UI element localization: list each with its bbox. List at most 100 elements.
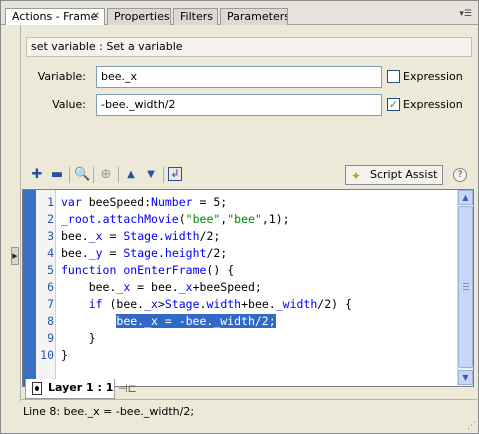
code-token: } [61, 348, 68, 362]
code-token: ( [178, 212, 186, 226]
code-text: } [61, 347, 68, 363]
tab-label: Actions - Frame [12, 10, 98, 23]
line-number: 5 [47, 263, 54, 277]
code-token: Number [151, 195, 193, 209]
toolbar-divider [118, 167, 119, 183]
grip-line [463, 286, 469, 287]
panel-tab-strip: Actions - Frame ✕ Properties Filters Par… [1, 1, 478, 26]
layer-tab[interactable]: Layer 1 : 1 [25, 379, 115, 399]
layer-icon [32, 382, 42, 395]
code-line[interactable]: 8 bee._x = -bee._width/2; [23, 313, 458, 329]
status-divider [21, 399, 477, 400]
code-text: if (bee._x>Stage.width+bee._width/2) { [61, 296, 352, 312]
code-text: bee._x = Stage.width/2; [61, 228, 220, 244]
action-description: set variable : Set a variable [26, 37, 472, 57]
code-token: _root [61, 212, 96, 226]
variable-expression-checkbox[interactable] [387, 70, 400, 83]
code-line[interactable]: 1 var beeSpeed:Number = 5; [23, 194, 458, 210]
tab-label: Parameters [227, 10, 288, 23]
scroll-down-icon[interactable]: ▼ [458, 370, 473, 385]
code-line[interactable]: 3 bee._x = Stage.width/2; [23, 228, 458, 244]
target-icon[interactable]: ⊕ [98, 167, 114, 183]
code-token: if [88, 297, 103, 311]
code-token: ,1); [261, 212, 290, 226]
code-text: var beeSpeed:Number = 5; [61, 194, 227, 210]
script-assist-button[interactable]: ✦ Script Assist [345, 165, 443, 185]
scroll-up-icon[interactable]: ▲ [458, 190, 473, 205]
code-token: _width [275, 297, 318, 311]
pin-script-icon[interactable]: ⊣⊏ [118, 382, 137, 395]
line-number: 4 [47, 246, 54, 260]
scroll-thumb[interactable] [458, 206, 473, 368]
code-token: Stage [164, 297, 200, 311]
code-token: . [95, 212, 103, 226]
expand-toolbox-icon[interactable]: ▶ [11, 247, 19, 265]
tab-parameters[interactable]: Parameters [220, 8, 288, 25]
code-text: bee._y = Stage.height/2; [61, 245, 227, 261]
code-token: attachMovie [102, 212, 179, 226]
code-token: . [157, 229, 165, 243]
line-number: 7 [47, 297, 54, 311]
code-token: "bee" [227, 212, 262, 226]
code-token: () { [206, 263, 235, 277]
vertical-scrollbar[interactable]: ▲ ▼ [457, 190, 473, 386]
move-down-icon[interactable]: ▼ [143, 167, 159, 183]
code-token: = [102, 246, 124, 260]
line-number: 10 [40, 348, 54, 362]
code-token: height [164, 246, 207, 260]
code-text: bee._x = bee._x+beeSpeed; [61, 279, 262, 295]
script-toolbar: ✚ ▬ 🔍 ⊕ ▲ ▼ ↲ ✦ Script Assist ? [22, 165, 478, 187]
code-token: width [206, 297, 242, 311]
code-token: /2; [206, 246, 228, 260]
tab-filters[interactable]: Filters [173, 8, 218, 25]
script-assist-label: Script Assist [370, 168, 438, 181]
code-token: bee. [61, 229, 89, 243]
help-icon[interactable]: ? [453, 168, 467, 182]
code-token: _y [88, 246, 103, 260]
magic-wand-icon: ✦ [351, 169, 362, 183]
code-token: +beeSpeed; [192, 280, 262, 294]
line-number: 8 [47, 314, 54, 328]
code-text: bee._x = -bee._width/2; [61, 313, 276, 329]
variable-field[interactable]: bee._x [96, 66, 382, 88]
code-token: = 5; [192, 195, 228, 209]
value-label: Value: [52, 98, 86, 111]
toolbar-divider [163, 167, 164, 183]
variable-label: Variable: [37, 70, 86, 83]
code-token: /2) { [317, 297, 352, 311]
toolbar-divider [93, 167, 94, 183]
move-up-icon[interactable]: ▲ [123, 167, 139, 183]
toolbar-divider [69, 167, 70, 183]
code-token: Stage [123, 246, 158, 260]
code-line[interactable]: 10} [23, 347, 458, 363]
value-field[interactable]: -bee._width/2 [96, 94, 382, 116]
code-line[interactable]: 2 _root.attachMovie("bee","bee",1); [23, 211, 458, 227]
code-line[interactable]: 5 function onEnterFrame() { [23, 262, 458, 278]
code-token: beeSpeed: [81, 195, 152, 209]
code-token: _x [88, 229, 103, 243]
value-expression-checkbox[interactable]: ✓ [387, 98, 400, 111]
code-token: bee. [61, 246, 89, 260]
code-line[interactable]: 7 if (bee._x>Stage.width+bee._width/2) { [23, 296, 458, 312]
close-icon[interactable]: ✕ [92, 9, 100, 24]
code-editor[interactable]: 1 var beeSpeed:Number = 5; 2 _root.attachMo… [22, 189, 474, 387]
code-line[interactable]: 4 bee._y = Stage.height/2; [23, 245, 458, 261]
debug-options-icon[interactable]: ↲ [168, 167, 182, 181]
panel-options-icon[interactable]: ▾☰ [456, 9, 472, 21]
code-line[interactable]: 9 } [23, 330, 458, 346]
add-statement-icon[interactable]: ✚ [29, 167, 45, 183]
tab-properties[interactable]: Properties [107, 8, 171, 25]
grip-line [463, 289, 469, 290]
delete-statement-icon[interactable]: ▬ [49, 167, 65, 183]
code-token: width [164, 229, 200, 243]
find-icon[interactable]: 🔍 [74, 167, 90, 183]
value-expression-label: Expression [403, 98, 463, 111]
resize-grip-icon[interactable]: ⋰ [467, 421, 476, 431]
tab-actions-frame[interactable]: Actions - Frame ✕ [5, 8, 105, 26]
code-line[interactable]: 6 bee._x = bee._x+beeSpeed; [23, 279, 458, 295]
code-token: } [61, 331, 96, 345]
selected-code: bee._x = -bee._width/2; [116, 314, 276, 328]
code-token: Stage [123, 229, 158, 243]
